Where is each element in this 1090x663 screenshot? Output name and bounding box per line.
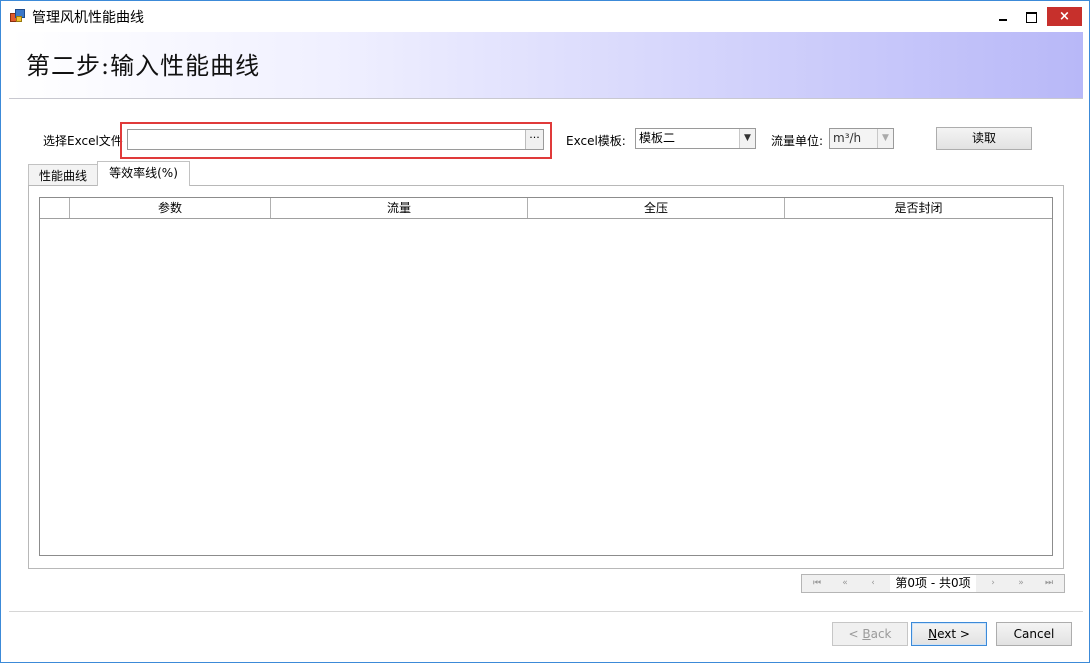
back-button[interactable]: < Back (832, 622, 908, 646)
next-page-group-icon[interactable]: » (1010, 575, 1032, 592)
prev-page-group-icon[interactable]: « (834, 575, 856, 592)
pager: ⏮ « ‹ 第0项 - 共0项 › » ⏭ (801, 574, 1065, 593)
unit-label: 流量单位: (771, 134, 824, 148)
cancel-button[interactable]: Cancel (996, 622, 1072, 646)
next-accelerator: N (928, 627, 938, 641)
next-label: ext > (937, 627, 970, 641)
column-header-flow[interactable]: 流量 (271, 198, 528, 218)
unit-value: m³/h (833, 131, 862, 145)
back-accelerator: B (862, 627, 871, 641)
maximize-button[interactable] (1017, 7, 1045, 27)
back-prefix: < (848, 627, 863, 641)
column-header-parameter[interactable]: 参数 (70, 198, 271, 218)
minimize-button[interactable] (989, 7, 1017, 27)
next-page-icon[interactable]: › (982, 575, 1004, 592)
data-grid[interactable]: 参数 流量 全压 是否封闭 (39, 197, 1053, 556)
main-window: 管理风机性能曲线 × 第二步:输入性能曲线 选择Excel文件 ··· Exce… (0, 0, 1090, 663)
step-title: 第二步:输入性能曲线 (26, 52, 261, 80)
file-label: 选择Excel文件 (43, 134, 123, 148)
pager-status: 第0项 - 共0项 (890, 575, 976, 592)
wizard-header: 第二步:输入性能曲线 (9, 32, 1083, 99)
footer-separator (9, 611, 1083, 612)
column-header-row-indicator[interactable] (40, 198, 70, 218)
unit-select[interactable]: m³/h ▼ (829, 128, 894, 149)
close-icon: × (1059, 9, 1070, 24)
back-label: ack (870, 627, 892, 641)
template-value: 模板二 (639, 131, 676, 145)
close-button[interactable]: × (1047, 7, 1082, 26)
tab-performance-curve[interactable]: 性能曲线 (28, 164, 98, 186)
grid-header: 参数 流量 全压 是否封闭 (40, 198, 1052, 219)
prev-page-icon[interactable]: ‹ (862, 575, 884, 592)
browse-button[interactable]: ··· (525, 130, 543, 149)
chevron-down-icon[interactable]: ▼ (739, 129, 755, 148)
title-bar[interactable]: 管理风机性能曲线 × (1, 1, 1089, 32)
template-select[interactable]: 模板二 ▼ (635, 128, 756, 149)
app-icon (10, 9, 25, 23)
first-page-icon[interactable]: ⏮ (806, 575, 828, 592)
last-page-icon[interactable]: ⏭ (1038, 575, 1060, 592)
column-header-total-pressure[interactable]: 全压 (528, 198, 785, 218)
file-path-input[interactable]: ··· (127, 129, 544, 150)
column-header-closed[interactable]: 是否封闭 (785, 198, 1052, 218)
tab-efficiency-lines[interactable]: 等效率线(%) (97, 161, 190, 186)
ellipsis-icon: ··· (529, 131, 540, 144)
chevron-down-icon[interactable]: ▼ (877, 129, 893, 148)
read-button[interactable]: 读取 (936, 127, 1032, 150)
next-button[interactable]: Next > (911, 622, 987, 646)
template-label: Excel模板: (566, 134, 626, 148)
window-title: 管理风机性能曲线 (32, 10, 144, 26)
